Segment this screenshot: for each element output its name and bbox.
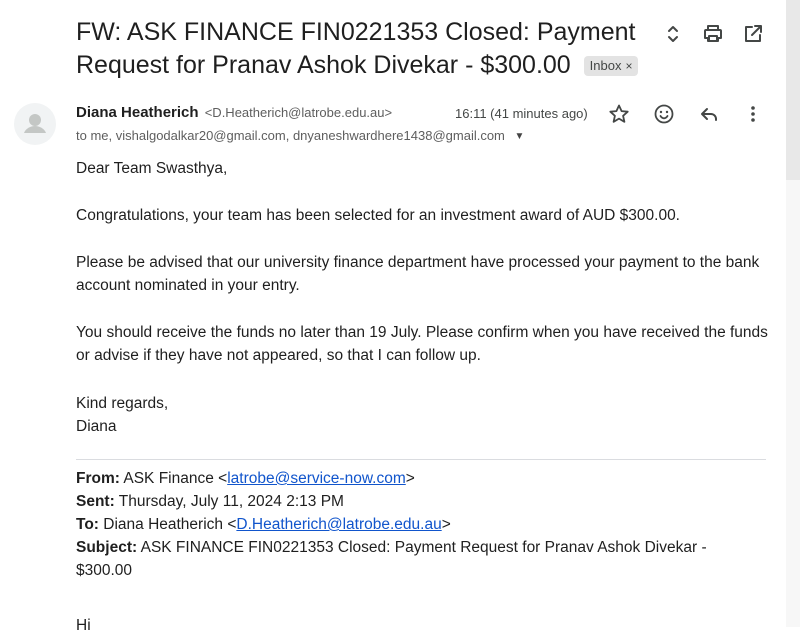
cut-off-text: Hi — [76, 617, 91, 634]
inbox-chip-label: Inbox — [589, 58, 622, 73]
fwd-from-end: > — [405, 470, 415, 487]
scrollbar-thumb[interactable] — [786, 0, 800, 180]
open-in-new-icon[interactable] — [741, 22, 765, 46]
sender-email: <D.Heatherich@latrobe.edu.au> — [204, 105, 393, 120]
fwd-to-row: To: Diana Heatherich <D.Heatherich@latro… — [76, 513, 766, 536]
fwd-subject-value: ASK FINANCE FIN0221353 Closed: Payment R… — [76, 539, 707, 579]
sender-avatar[interactable] — [14, 103, 56, 145]
inbox-label-chip[interactable]: Inbox × — [583, 56, 638, 76]
fwd-to-name: Diana Heatherich < — [103, 516, 237, 533]
star-icon[interactable] — [607, 102, 631, 126]
fwd-to-label: To: — [76, 516, 99, 533]
email-time: 16:11 (41 minutes ago) — [455, 106, 588, 121]
fwd-sent-label: Sent: — [76, 493, 115, 510]
recipients-text: to me, vishalgodalkar20@gmail.com, dnyan… — [76, 128, 505, 143]
greeting: Dear Team Swasthya, — [76, 160, 228, 177]
fwd-from-label: From: — [76, 470, 120, 487]
reply-icon[interactable] — [697, 102, 721, 126]
fwd-subject-row: Subject: ASK FINANCE FIN0221353 Closed: … — [76, 536, 766, 582]
fwd-to-email-link[interactable]: D.Heatherich@latrobe.edu.au — [236, 516, 441, 533]
body-paragraph-2: Please be advised that our university fi… — [76, 254, 760, 294]
fwd-sent-value: Thursday, July 11, 2024 2:13 PM — [118, 493, 344, 510]
sender-name[interactable]: Diana Heatherich — [76, 104, 199, 121]
fwd-subject-label: Subject: — [76, 539, 138, 556]
remove-label-icon[interactable]: × — [625, 59, 632, 73]
body-paragraph-1: Congratulations, your team has been sele… — [76, 207, 680, 224]
unfold-icon[interactable] — [661, 22, 685, 46]
fwd-from-email-link[interactable]: latrobe@service-now.com — [227, 470, 406, 487]
forward-divider — [76, 459, 766, 460]
email-subject: FW: ASK FINANCE FIN0221353 Closed: Payme… — [76, 16, 646, 82]
fwd-to-end: > — [441, 516, 451, 533]
recipients-line: to me, vishalgodalkar20@gmail.com, dnyan… — [76, 128, 524, 143]
body-paragraph-3: You should receive the funds no later th… — [76, 324, 768, 364]
closing: Kind regards, — [76, 395, 169, 412]
subject-text: FW: ASK FINANCE FIN0221353 Closed: Payme… — [76, 18, 636, 79]
fwd-sent-row: Sent: Thursday, July 11, 2024 2:13 PM — [76, 490, 766, 513]
chevron-down-icon[interactable]: ▼ — [515, 131, 525, 142]
more-vert-icon[interactable] — [741, 102, 765, 126]
emoji-icon[interactable] — [652, 102, 676, 126]
fwd-from-row: From: ASK Finance <latrobe@service-now.c… — [76, 467, 766, 490]
scrollbar-track[interactable] — [786, 180, 800, 627]
fwd-from-name: ASK Finance < — [123, 470, 228, 487]
person-icon — [24, 114, 46, 133]
signature: Diana — [76, 418, 117, 435]
print-icon[interactable] — [701, 22, 725, 46]
forwarded-header: From: ASK Finance <latrobe@service-now.c… — [76, 467, 766, 582]
sender-line: Diana Heatherich <D.Heatherich@latrobe.e… — [76, 104, 392, 121]
